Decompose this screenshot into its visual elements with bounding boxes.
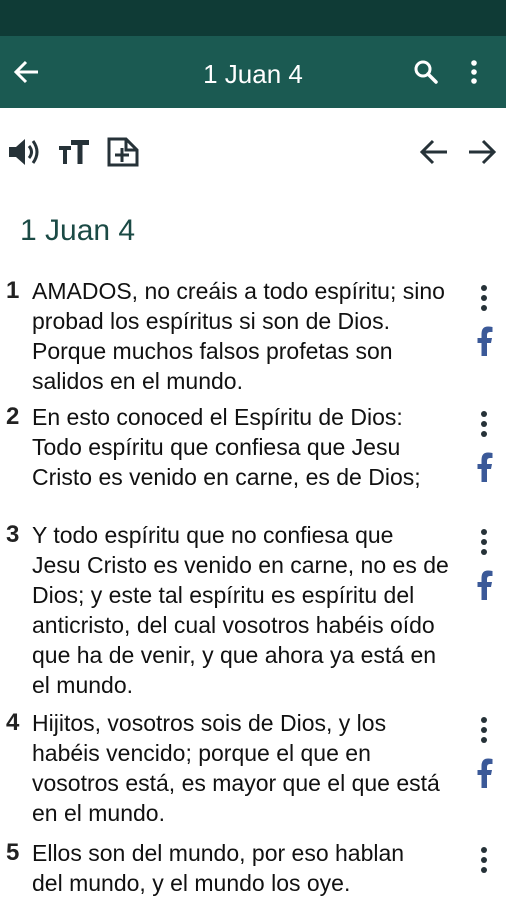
verse-number: 2 (6, 403, 20, 430)
app-bar: 1 Juan 4 (0, 36, 506, 108)
facebook-share-button[interactable] (474, 756, 496, 790)
facebook-share-button[interactable] (474, 450, 496, 484)
text-size-icon (59, 140, 89, 164)
status-bar (0, 0, 506, 36)
more-vert-icon (481, 717, 487, 743)
facebook-share-button[interactable] (474, 324, 496, 358)
verse-menu-button[interactable] (474, 712, 494, 748)
verse-number: 4 (6, 709, 20, 736)
verse-number: 1 (6, 277, 20, 304)
more-vert-icon (481, 285, 487, 311)
verse-number: 5 (6, 839, 20, 866)
verse-menu-button[interactable] (474, 280, 494, 316)
verse-menu-button[interactable] (474, 842, 494, 878)
verse-menu-button[interactable] (474, 406, 494, 442)
facebook-icon (477, 570, 493, 600)
facebook-icon (477, 452, 493, 482)
verse-text[interactable]: En esto conoced el Espíritu de Dios: Tod… (32, 402, 468, 492)
audio-button[interactable] (6, 134, 42, 170)
verse-text[interactable]: Y todo espíritu que no confiesa que Jesu… (32, 520, 468, 700)
verse-text[interactable]: Hijitos, vosotros sois de Dios, y los ha… (32, 708, 468, 828)
verse-menu-button[interactable] (474, 524, 494, 560)
overflow-menu-button[interactable] (460, 56, 488, 88)
next-chapter-button[interactable] (466, 134, 498, 170)
reader-toolbar (0, 128, 506, 178)
facebook-icon (477, 758, 493, 788)
more-vert-icon (481, 847, 487, 873)
chapter-heading: 1 Juan 4 (20, 214, 136, 247)
verse-text[interactable]: AMADOS, no creáis a todo espíritu; sino … (32, 276, 468, 396)
verse-number: 3 (6, 521, 20, 548)
search-icon (414, 60, 438, 84)
arrow-left-icon (419, 139, 447, 165)
search-button[interactable] (410, 56, 442, 88)
speaker-icon (9, 139, 39, 165)
more-vert-icon (481, 411, 487, 437)
add-note-icon (107, 137, 139, 167)
previous-chapter-button[interactable] (418, 134, 450, 170)
text-size-button[interactable] (56, 134, 92, 170)
more-vert-icon (481, 529, 487, 555)
add-note-button[interactable] (104, 134, 142, 170)
more-vert-icon (471, 60, 477, 84)
verse-text[interactable]: Ellos son del mundo, por eso hablan del … (32, 838, 468, 898)
arrow-right-icon (469, 139, 497, 165)
facebook-icon (477, 326, 493, 356)
facebook-share-button[interactable] (474, 568, 496, 602)
